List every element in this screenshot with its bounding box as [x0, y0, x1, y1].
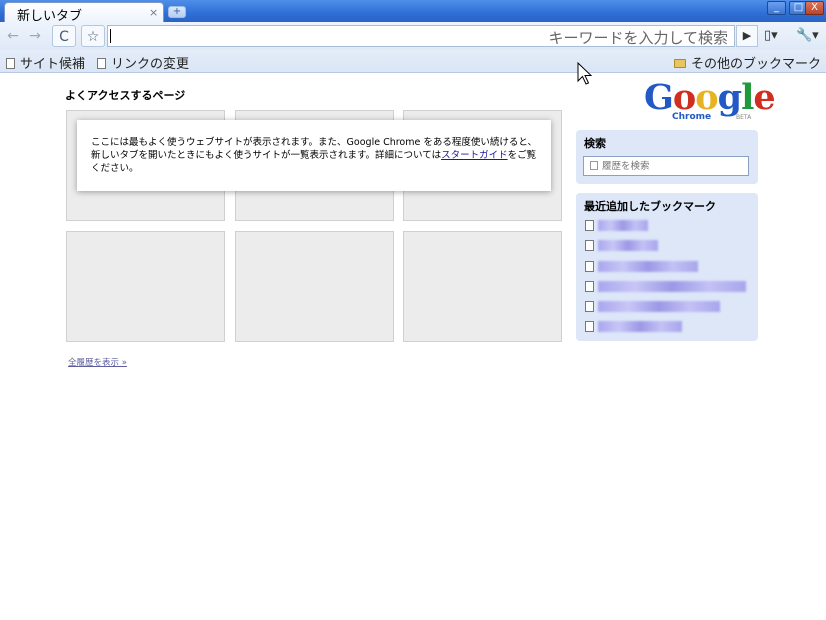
- logo-product: Chrome: [672, 112, 712, 122]
- page-icon: [97, 58, 106, 69]
- minimize-icon[interactable]: _: [767, 1, 786, 15]
- text-caret: [110, 29, 111, 43]
- blurred-title: [598, 321, 682, 332]
- star-icon[interactable]: ☆: [81, 25, 105, 47]
- page-icon: [585, 301, 594, 312]
- go-icon[interactable]: ▶: [736, 25, 758, 47]
- thumbnail-slot[interactable]: [66, 231, 225, 342]
- forward-icon[interactable]: →: [24, 25, 46, 47]
- tab-new-tab[interactable]: 新しいタブ ×: [4, 2, 164, 24]
- blurred-title: [598, 261, 698, 272]
- page-icon: [585, 261, 594, 272]
- history-search-field[interactable]: [583, 156, 749, 176]
- page-icon: [585, 220, 594, 231]
- page-menu-icon[interactable]: ▯▾: [764, 28, 778, 43]
- wrench-icon[interactable]: 🔧▾: [796, 28, 819, 43]
- bookmark-label: サイト候補: [20, 57, 86, 72]
- search-panel: 検索: [576, 130, 758, 184]
- mouse-cursor-icon: [577, 62, 593, 85]
- close-icon[interactable]: X: [805, 1, 824, 15]
- omnibox-input[interactable]: キーワードを入力して検索: [107, 25, 735, 47]
- bookmark-label: リンクの変更: [111, 57, 190, 72]
- bookmark-item[interactable]: サイト候補: [6, 53, 85, 72]
- blurred-title: [598, 220, 648, 231]
- tab-close-icon[interactable]: ×: [149, 6, 158, 19]
- show-all-history-link[interactable]: 全履歴を表示 »: [68, 356, 127, 368]
- toolbar: ← → C ☆ キーワードを入力して検索 ▶ ▯▾ 🔧▾: [0, 22, 826, 50]
- page-icon: [590, 161, 598, 170]
- google-chrome-logo: Google Chrome BETA: [644, 78, 776, 124]
- page-icon: [585, 281, 594, 292]
- bookmark-item[interactable]: リンクの変更: [97, 53, 189, 72]
- folder-icon: [674, 59, 686, 68]
- reload-icon[interactable]: C: [52, 25, 76, 47]
- getting-started-link[interactable]: スタートガイド: [441, 150, 508, 161]
- page-icon: [585, 240, 594, 251]
- logo-badge: BETA: [736, 114, 752, 121]
- recent-bookmarks-title: 最近追加したブックマーク: [584, 200, 716, 213]
- recent-bookmarks-panel: 最近追加したブックマーク: [576, 193, 758, 341]
- most-visited-heading: よくアクセスするページ: [65, 89, 186, 102]
- page-icon: [6, 58, 15, 69]
- other-bookmarks-button[interactable]: その他のブックマーク: [674, 53, 821, 72]
- history-search-input[interactable]: [602, 158, 742, 174]
- tab-strip: 新しいタブ × + _ □ X: [0, 0, 826, 24]
- new-tab-button[interactable]: +: [168, 6, 186, 18]
- back-icon[interactable]: ←: [2, 25, 24, 47]
- blurred-title: [598, 240, 658, 251]
- blurred-title: [598, 301, 720, 312]
- omnibox-hint: キーワードを入力して検索: [548, 29, 728, 47]
- other-bookmarks-label: その他のブックマーク: [691, 57, 822, 72]
- page-icon: [585, 321, 594, 332]
- bookmarks-bar: サイト候補 リンクの変更 その他のブックマーク: [0, 50, 826, 73]
- search-panel-title: 検索: [584, 137, 606, 150]
- thumbnail-slot[interactable]: [403, 231, 562, 342]
- thumbnail-slot[interactable]: [235, 231, 394, 342]
- most-visited-notice: ここには最もよく使うウェブサイトが表示されます。また、Google Chrome…: [77, 120, 551, 191]
- blurred-title: [598, 281, 746, 292]
